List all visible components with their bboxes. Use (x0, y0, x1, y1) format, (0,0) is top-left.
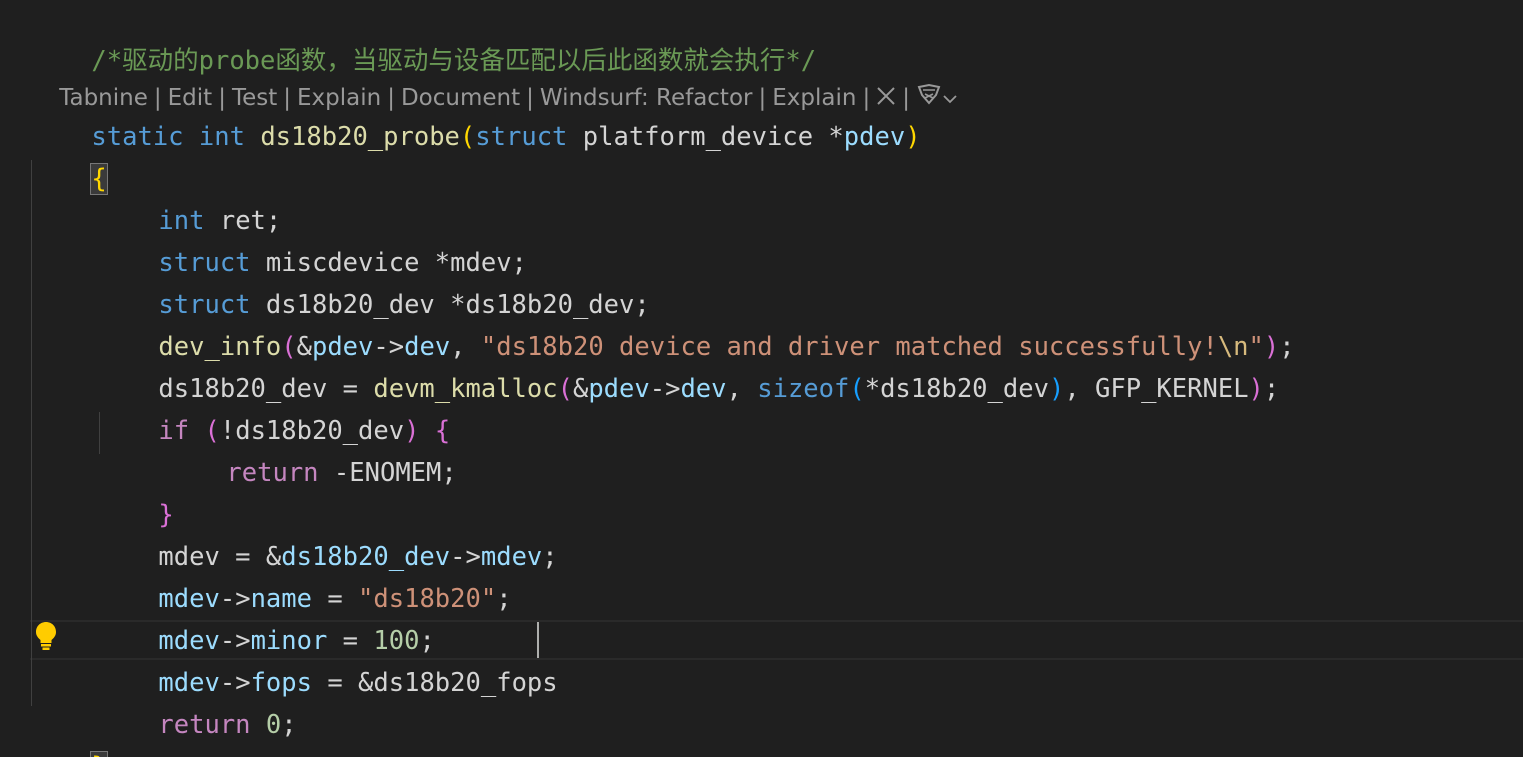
operator: -> (649, 374, 681, 404)
param-pdev: pdev (843, 122, 906, 152)
lightbulb-icon[interactable] (34, 620, 58, 652)
keyword-return: return (226, 458, 319, 488)
code-line-mdev-name[interactable]: mdev->name = "ds18b20"; (97, 536, 511, 614)
codelens-bar: Tabnine | Edit | Test | Explain | Document | Winds… (30, 38, 958, 111)
code-line-struct-mdev[interactable]: struct miscdevice *mdev; (97, 200, 526, 278)
pointer-star: * (828, 122, 844, 152)
code-text: -ENOMEM; (333, 458, 457, 488)
code-line-close-brace[interactable]: } (30, 704, 108, 757)
operator: & (572, 374, 589, 404)
code-line-dev-info[interactable]: dev_info(&pdev->dev, "ds18b20 device and… (97, 284, 1294, 362)
comma: , (726, 374, 758, 404)
keyword-return: return (158, 710, 251, 740)
code-line-mdev-fops[interactable]: mdev->fops = &ds18b20_fops (97, 620, 557, 698)
code-line-kmalloc[interactable]: ds18b20_dev = devm_kmalloc(&pdev->dev, s… (97, 326, 1279, 404)
number-literal: 0 (265, 710, 282, 740)
code-line-close-if[interactable]: } (97, 452, 173, 530)
paren-close: ) (1248, 374, 1264, 404)
paren-close: ) (905, 122, 921, 152)
text-cursor (537, 622, 539, 658)
semicolon: ; (1263, 374, 1280, 404)
code-line-open-brace[interactable]: { (30, 116, 108, 195)
code-line-return-zero[interactable]: return 0; (97, 662, 296, 740)
semicolon: ; (281, 710, 297, 740)
function-name: ds18b20_probe (260, 122, 460, 152)
code-line-function-signature[interactable]: static int ds18b20_probe(struct platform… (30, 74, 920, 152)
semicolon: ; (496, 584, 512, 614)
code-line-struct-ds18b20[interactable]: struct ds18b20_dev *ds18b20_dev; (97, 242, 649, 320)
code-line-if[interactable]: if (!ds18b20_dev) { (97, 368, 450, 446)
brace-close: } (90, 751, 108, 757)
code-comment-line[interactable]: /*驱动的probe函数，当驱动与设备匹配以后此函数就会执行*/ (30, 0, 816, 76)
code-text: *ds18b20_dev (864, 374, 1049, 404)
paren-open: ( (459, 122, 476, 152)
type-name: platform_device (582, 122, 814, 152)
chevron-down-icon[interactable] (942, 79, 958, 119)
semicolon: ; (542, 542, 558, 572)
code-text: = &ds18b20_fops (311, 668, 558, 698)
code-line-return-enomem[interactable]: return -ENOMEM; (165, 410, 456, 488)
code-line-mdev-minor[interactable]: mdev->minor = 100; (97, 578, 434, 656)
keyword-sizeof: sizeof (757, 374, 850, 404)
paren-close: ) (1048, 374, 1065, 404)
code-line-int-ret[interactable]: int ret; (97, 158, 281, 236)
paren-open: ( (849, 374, 865, 404)
semicolon: ; (1279, 332, 1295, 362)
code-text: , GFP_KERNEL (1064, 374, 1249, 404)
code-line-mdev-assign[interactable]: mdev = &ds18b20_dev->mdev; (97, 494, 557, 572)
keyword-struct: struct (475, 122, 568, 152)
paren-open: ( (557, 374, 573, 404)
code-editor[interactable]: /*驱动的probe函数，当驱动与设备匹配以后此函数就会执行*/ Tabnine… (0, 0, 1523, 757)
field: dev (680, 374, 727, 404)
keyword-int: int (198, 122, 245, 152)
variable: pdev (588, 374, 650, 404)
